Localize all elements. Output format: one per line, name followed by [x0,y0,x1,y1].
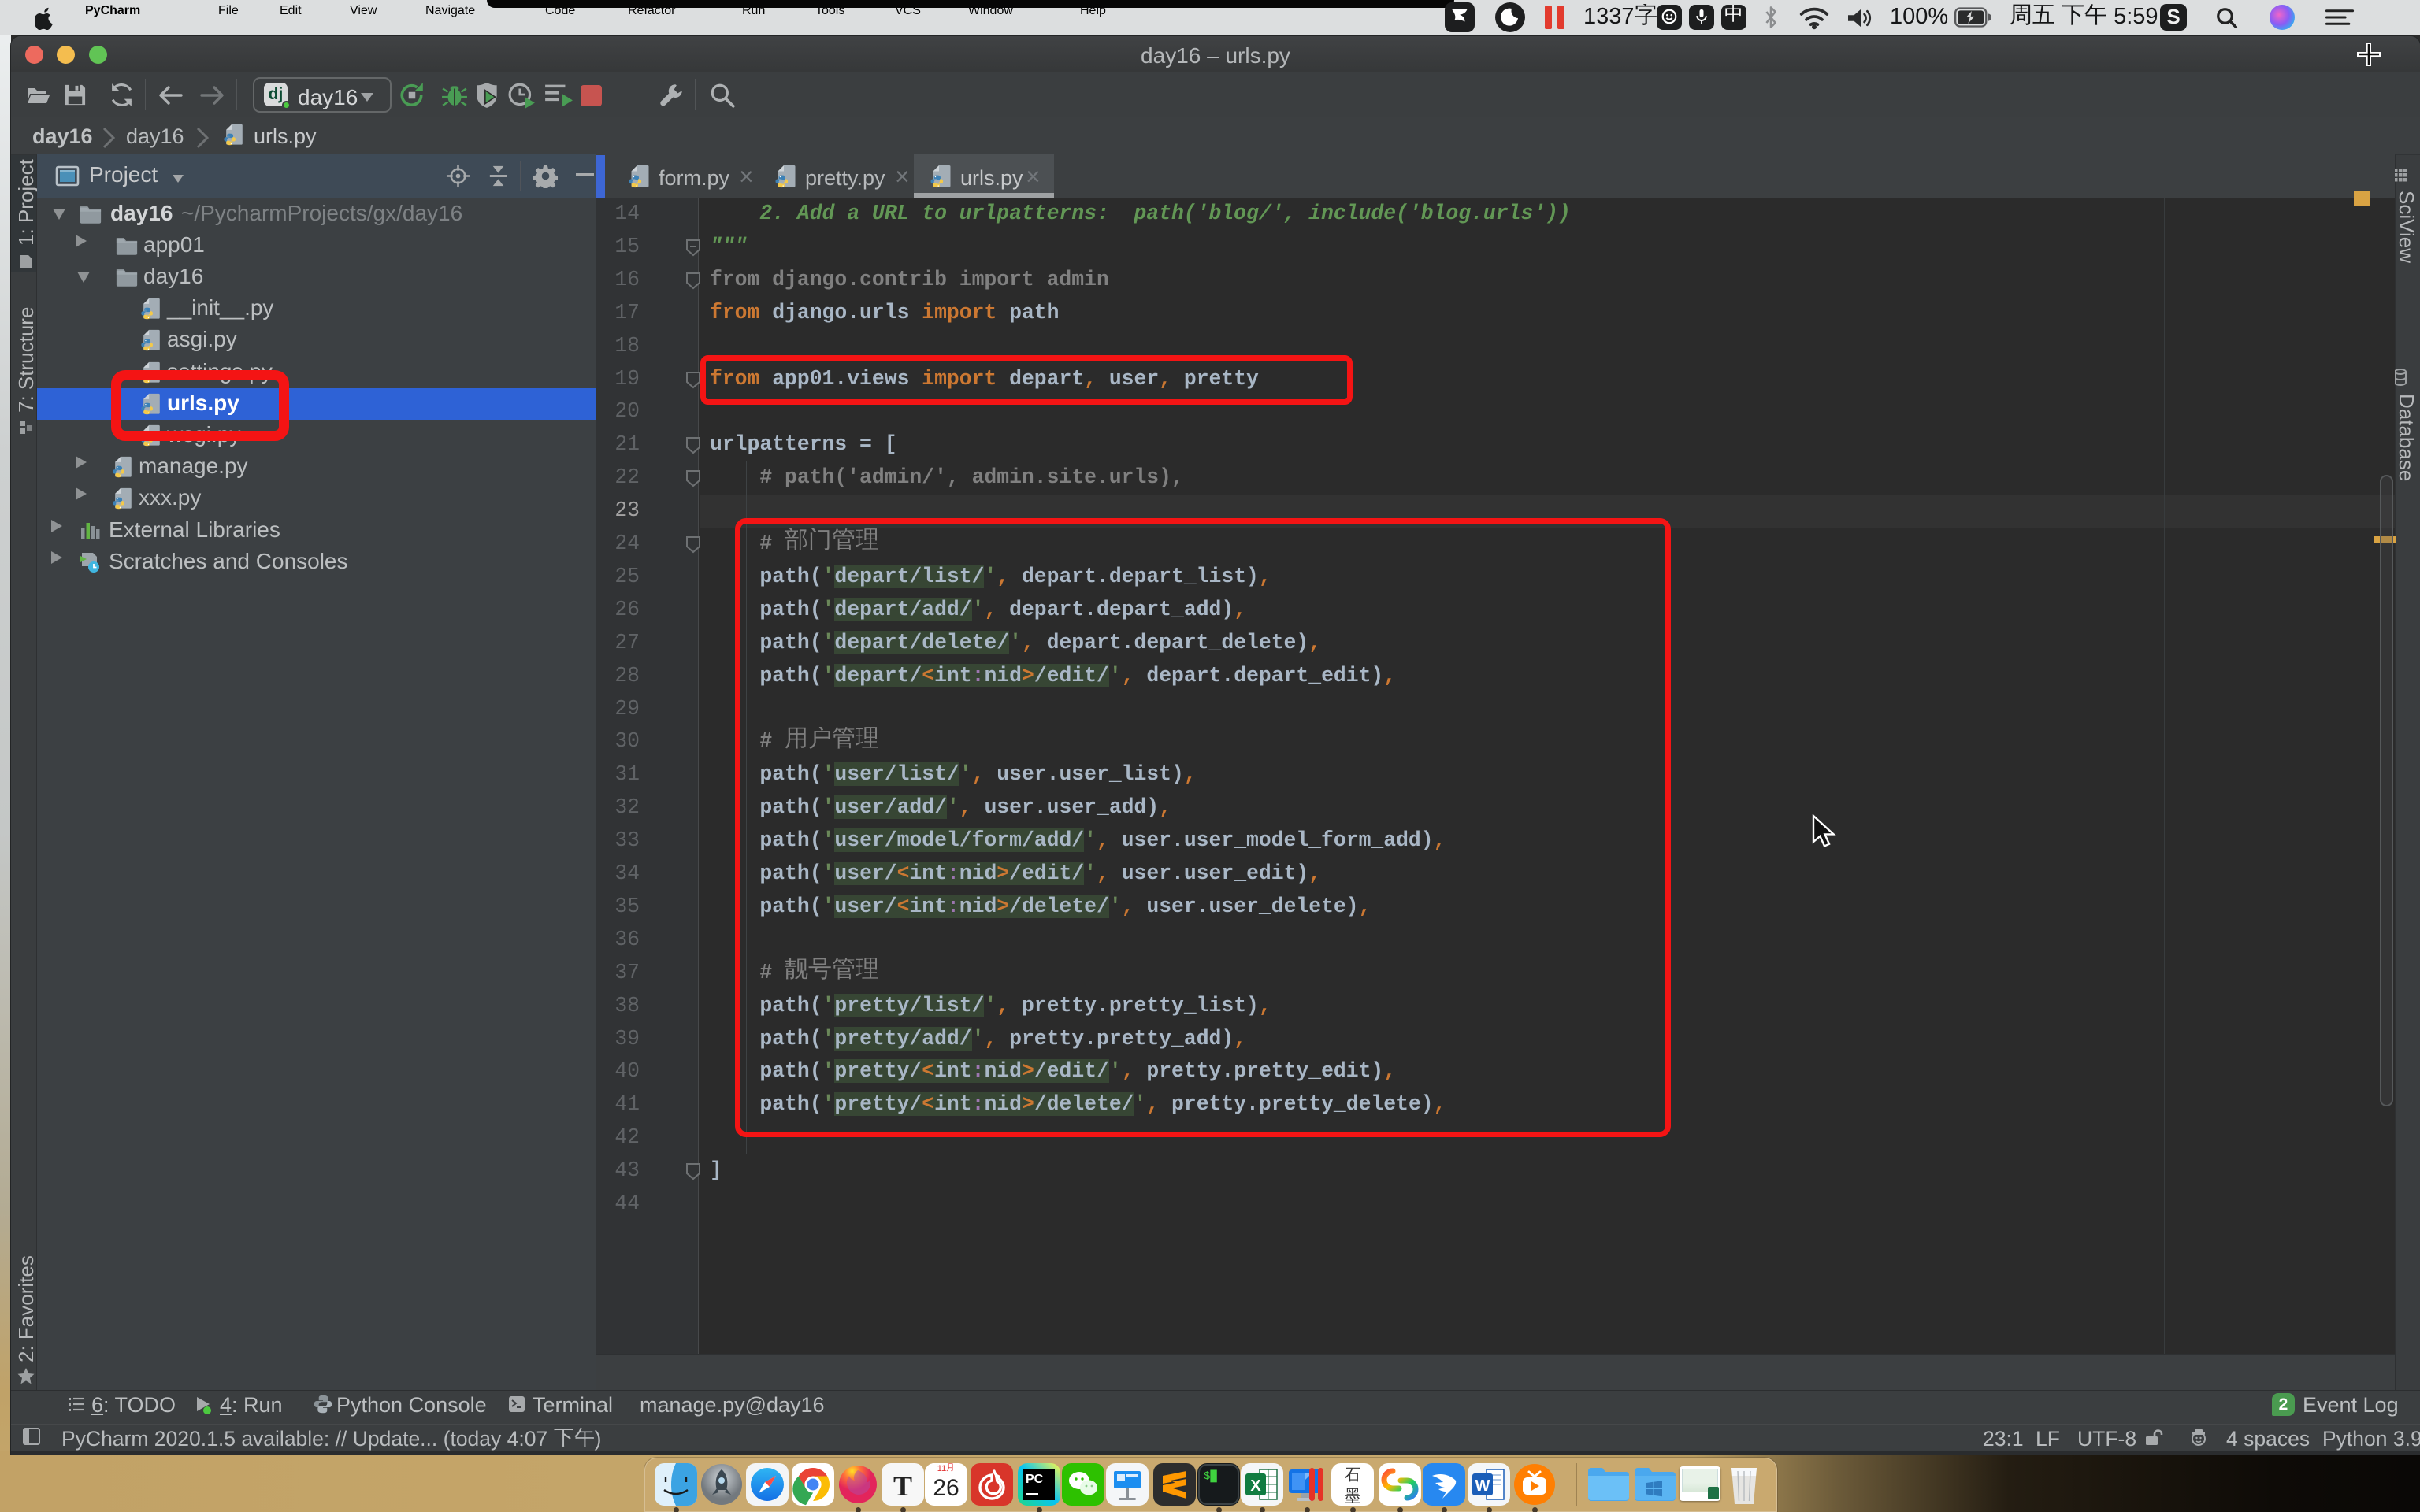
svg-text:$█: $█ [1204,1469,1217,1483]
svg-text:W: W [1475,1477,1490,1495]
svg-text:PC: PC [1026,1473,1044,1486]
svg-text:X: X [1250,1477,1261,1495]
svg-text:T: T [893,1470,912,1502]
